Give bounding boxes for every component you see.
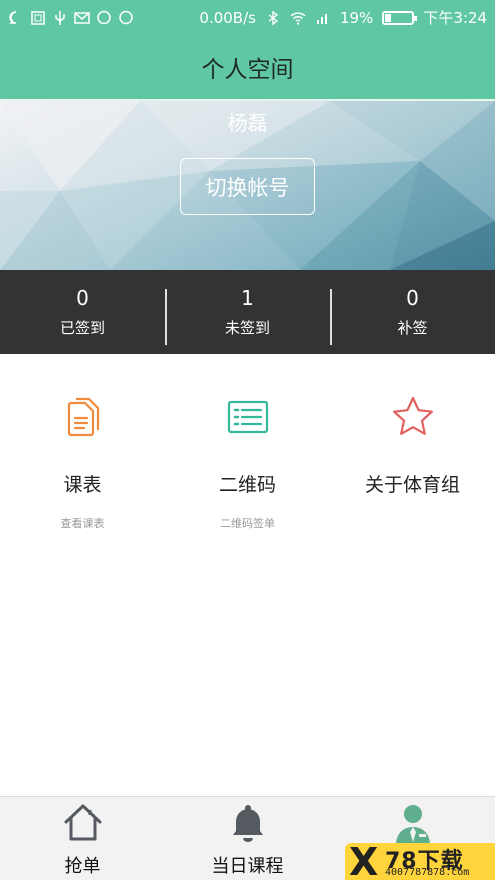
status-bar: 0.00B/s 19% 下午3:24 xyxy=(0,0,495,35)
chat-bubble-icon xyxy=(97,10,111,24)
page-title: 个人空间 xyxy=(201,57,294,83)
stat-makeup-sign[interactable]: 0 补签 xyxy=(330,270,495,354)
clock: 下午3:24 xyxy=(423,9,487,27)
profile-banner: 杨磊 切换帐号 xyxy=(0,101,495,270)
screenshot-icon xyxy=(31,10,45,25)
nav-label: 抢单 xyxy=(64,856,101,877)
stat-label: 已签到 xyxy=(59,319,105,337)
signal-icon xyxy=(316,13,327,24)
app-bar: 个人空间 xyxy=(0,35,495,101)
feature-about-sports-group[interactable]: 关于体育组 xyxy=(330,354,495,531)
nav-label: 当日课程 xyxy=(211,856,284,877)
document-icon xyxy=(67,397,99,437)
feature-schedule[interactable]: 课表 查看课表 xyxy=(0,354,165,531)
stat-label: 补签 xyxy=(397,319,428,337)
usb-icon xyxy=(55,10,65,25)
feature-grid: 课表 查看课表 二维码 二维码签单 关于体育组 xyxy=(0,354,495,531)
stat-value: 0 xyxy=(76,286,89,310)
watermark-site: 4007787878.com xyxy=(385,867,470,878)
wifi-icon xyxy=(290,11,306,25)
chat-bubble-icon xyxy=(9,10,17,24)
feature-subtitle: 二维码签单 xyxy=(220,517,275,530)
battery-percentage: 19% xyxy=(339,8,374,27)
nav-tab-todays-courses[interactable]: 当日课程 xyxy=(165,797,330,880)
switch-account-button[interactable]: 切换帐号 xyxy=(180,158,315,215)
person-icon xyxy=(395,805,430,845)
home-icon xyxy=(64,804,101,841)
chat-bubble-icon xyxy=(119,10,133,24)
list-icon xyxy=(227,400,268,434)
feature-title: 关于体育组 xyxy=(364,474,460,496)
network-speed: 0.00B/s xyxy=(199,8,256,27)
stat-signed-in[interactable]: 0 已签到 xyxy=(0,270,165,354)
bell-icon xyxy=(232,805,263,842)
stat-value: 0 xyxy=(406,286,419,310)
battery-fill xyxy=(385,13,391,22)
mail-icon xyxy=(74,11,90,24)
stat-not-signed-in[interactable]: 1 未签到 xyxy=(165,270,330,354)
stat-label: 未签到 xyxy=(224,319,270,337)
feature-qr-code[interactable]: 二维码 二维码签单 xyxy=(165,354,330,531)
stat-value: 1 xyxy=(241,286,254,310)
star-icon xyxy=(392,396,433,435)
user-name: 杨磊 xyxy=(227,111,268,135)
bluetooth-icon xyxy=(268,10,279,25)
feature-title: 二维码 xyxy=(218,474,276,496)
site-watermark: X 78下载 4007787878.com xyxy=(345,843,495,880)
feature-subtitle: 查看课表 xyxy=(60,517,105,530)
feature-title: 课表 xyxy=(63,474,102,496)
battery-icon xyxy=(382,10,418,25)
sign-in-stats: 0 已签到 1 未签到 0 补签 xyxy=(0,270,495,354)
watermark-mark: X xyxy=(349,843,379,880)
nav-tab-grab-order[interactable]: 抢单 xyxy=(0,797,165,880)
